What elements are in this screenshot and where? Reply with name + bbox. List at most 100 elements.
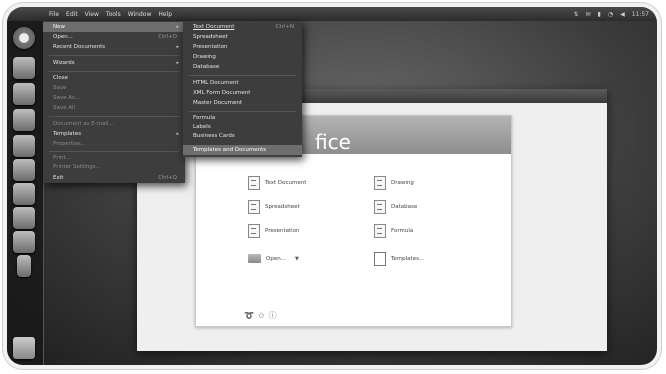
writer-icon[interactable] (13, 109, 35, 131)
terminal-icon[interactable] (13, 183, 35, 205)
file-menu-exit[interactable]: Exit Ctrl+Q (43, 173, 185, 183)
database-icon (374, 200, 386, 214)
menu-separator (189, 75, 296, 76)
menu-window[interactable]: Window (128, 11, 152, 18)
file-menu-save-as[interactable]: Save As... (43, 93, 185, 103)
menu-separator (49, 71, 179, 72)
info-icon[interactable]: ⓘ (269, 310, 277, 321)
start-spreadsheet-label: Spreadsheet (265, 204, 300, 210)
new-database[interactable]: Database (183, 62, 302, 72)
file-menu-properties[interactable]: Properties... (43, 139, 185, 149)
browser-icon[interactable] (13, 83, 35, 105)
submenu-arrow-icon: ▸ (176, 24, 179, 30)
file-menu: New ▸ Open... Ctrl+O Recent Documents ▸ Wiz… (43, 21, 185, 183)
menu-file[interactable]: File (49, 11, 59, 18)
shortcut: Ctrl+O (158, 34, 177, 40)
start-text-document[interactable]: Text Document (248, 176, 306, 190)
start-open[interactable]: Open... ▼ (248, 254, 299, 263)
start-spreadsheet[interactable]: Spreadsheet (248, 200, 300, 214)
trash-icon[interactable] (13, 337, 35, 359)
shortcut: Ctrl+Q (158, 175, 177, 181)
file-menu-send[interactable]: Document as E-mail... (43, 119, 185, 129)
start-formula-label: Formula (391, 228, 414, 234)
usb-drive-icon[interactable] (17, 255, 31, 277)
chevron-down-icon[interactable]: ▼ (295, 256, 299, 262)
battery-icon[interactable]: ▮ (598, 11, 601, 18)
start-templates-label: Templates... (391, 256, 425, 262)
submenu-arrow-icon: ▸ (176, 44, 179, 50)
new-templates-and-documents[interactable]: Templates and Documents (183, 145, 302, 155)
file-menu-printer-settings-label: Printer Settings... (53, 164, 101, 170)
shortcut: Ctrl+N (275, 24, 294, 30)
file-menu-save-all[interactable]: Save All (43, 103, 185, 113)
file-menu-save-as-label: Save As... (53, 95, 81, 101)
new-presentation[interactable]: Presentation (183, 42, 302, 52)
tools-icon[interactable] (13, 207, 35, 229)
new-drawing-label: Drawing (193, 54, 216, 60)
file-menu-close[interactable]: Close (43, 73, 185, 83)
new-xml-form-document[interactable]: XML Form Document (183, 88, 302, 98)
start-database[interactable]: Database (374, 200, 417, 214)
extensions-icon[interactable]: ➰ (244, 311, 254, 320)
file-menu-recent-label: Recent Documents (53, 44, 106, 50)
launcher (7, 21, 44, 365)
file-menu-wizards-label: Wizards (53, 60, 75, 66)
file-menu-recent-documents[interactable]: Recent Documents ▸ (43, 42, 185, 52)
new-text-document-label: Text Document (193, 24, 235, 30)
file-menu-print-label: Print... (53, 155, 71, 161)
menu-edit[interactable]: Edit (66, 11, 78, 18)
dash-home-icon[interactable] (13, 27, 35, 49)
new-master-document-label: Master Document (193, 100, 243, 106)
new-submenu: Text Document Ctrl+N Spreadsheet Presenta… (183, 21, 302, 157)
new-presentation-label: Presentation (193, 44, 228, 50)
mail-icon[interactable]: ✉ (585, 11, 590, 18)
file-menu-close-label: Close (53, 75, 68, 81)
settings-icon[interactable] (13, 159, 35, 181)
start-templates[interactable]: Templates... (374, 252, 424, 266)
new-business-cards-label: Business Cards (193, 133, 235, 139)
file-menu-exit-label: Exit (53, 175, 64, 181)
screen-frame: File Edit View Tools Window Help ⇅ ✉ ▮ ◔… (7, 7, 657, 365)
calc-icon[interactable] (13, 135, 35, 157)
file-menu-open[interactable]: Open... Ctrl+O (43, 32, 185, 42)
file-menu-printer-settings[interactable]: Printer Settings... (43, 162, 185, 172)
wifi-icon[interactable]: ◔ (608, 11, 613, 18)
new-html-document[interactable]: HTML Document (183, 78, 302, 88)
network-icon[interactable]: ⇅ (573, 11, 578, 18)
menu-tools[interactable]: Tools (106, 11, 121, 18)
start-open-label: Open... (266, 255, 286, 262)
menu-help[interactable]: Help (158, 11, 172, 18)
files-icon[interactable] (13, 57, 35, 79)
banner-title: fice (315, 130, 351, 154)
file-menu-save[interactable]: Save (43, 83, 185, 93)
templates-icon (374, 252, 386, 266)
formula-icon (374, 224, 386, 238)
new-drawing[interactable]: Drawing (183, 52, 302, 62)
start-presentation-label: Presentation (265, 228, 300, 234)
menu-view[interactable]: View (85, 11, 99, 18)
file-menu-new[interactable]: New ▸ (43, 22, 185, 32)
volume-icon[interactable]: ◀ (620, 11, 625, 18)
start-presentation[interactable]: Presentation (248, 224, 300, 238)
new-spreadsheet[interactable]: Spreadsheet (183, 32, 302, 42)
new-templates-and-documents-label: Templates and Documents (193, 147, 267, 153)
new-html-document-label: HTML Document (193, 80, 239, 86)
new-text-document[interactable]: Text Document Ctrl+N (183, 22, 302, 32)
new-labels-label: Labels (193, 124, 211, 130)
file-menu-new-label: New (53, 24, 65, 30)
new-business-cards[interactable]: Business Cards (183, 131, 302, 141)
start-formula[interactable]: Formula (374, 224, 413, 238)
new-formula-label: Formula (193, 115, 216, 121)
star-icon[interactable]: ✩ (258, 311, 265, 320)
drawing-icon (374, 176, 386, 190)
new-master-document[interactable]: Master Document (183, 98, 302, 108)
workspace-icon[interactable] (13, 231, 35, 253)
start-drawing[interactable]: Drawing (374, 176, 414, 190)
spreadsheet-icon (248, 200, 260, 214)
file-menu-wizards[interactable]: Wizards ▸ (43, 58, 185, 68)
clock[interactable]: 11:57 (632, 11, 649, 18)
file-menu-templates[interactable]: Templates ▸ (43, 129, 185, 139)
start-database-label: Database (391, 204, 418, 210)
file-menu-open-label: Open... (53, 34, 73, 40)
menu-separator (189, 111, 296, 112)
